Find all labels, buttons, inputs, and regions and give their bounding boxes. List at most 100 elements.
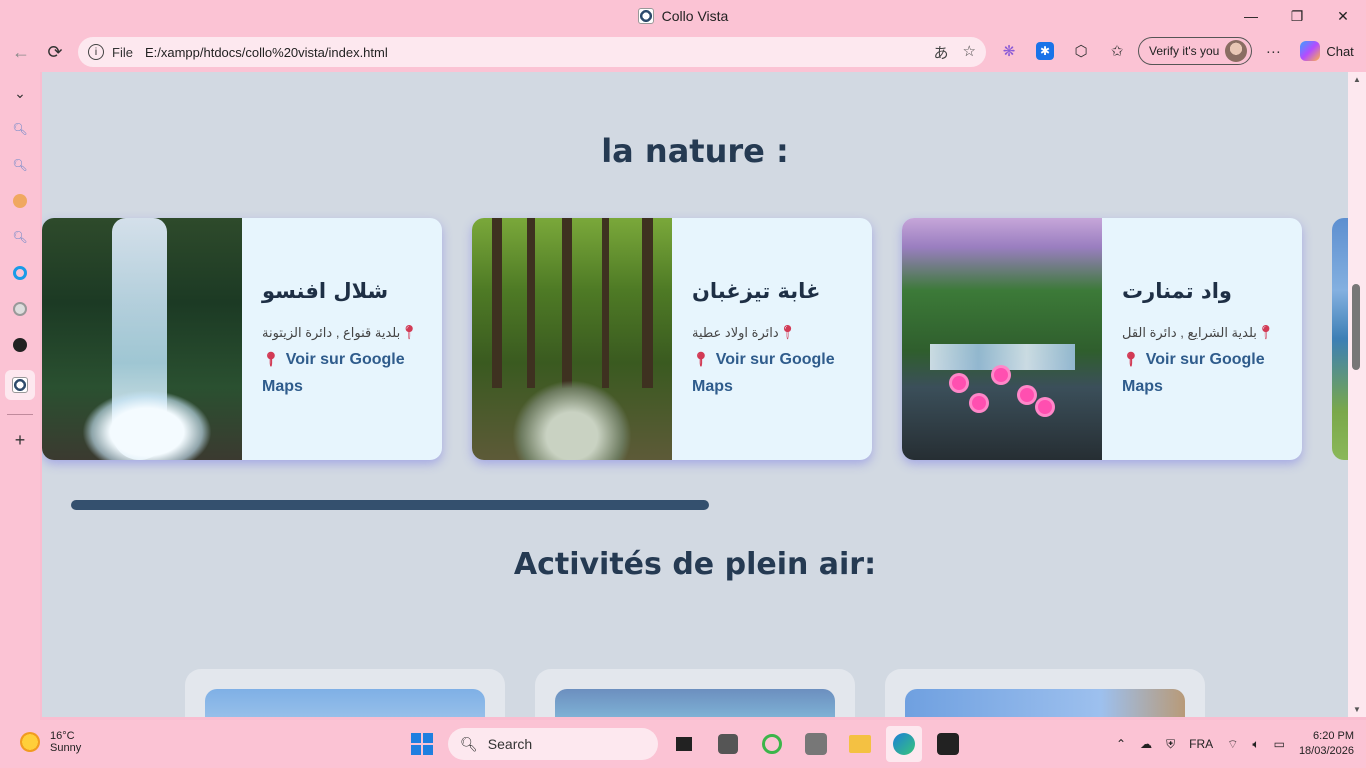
circle-app-icon[interactable] <box>9 262 31 284</box>
page-viewport: la nature : شلال افنسو 📍︎بلدية قنواع , د… <box>42 72 1348 717</box>
title-bar: Collo Vista — ❐ ✕ <box>0 0 1366 32</box>
refresh-button[interactable]: ⟳ <box>38 35 72 69</box>
activity-card[interactable] <box>535 669 855 717</box>
scroll-up-icon[interactable]: ▲ <box>1353 75 1361 84</box>
chevron-up-icon[interactable]: ⌃ <box>1116 737 1126 751</box>
chevron-down-icon[interactable]: ⌄ <box>9 82 31 104</box>
back-button[interactable]: ← <box>4 35 38 69</box>
clock-date: 18/03/2026 <box>1298 745 1354 757</box>
sidebar-divider <box>7 414 33 415</box>
github-app-icon[interactable] <box>930 726 966 762</box>
navigation-bar: ← ⟳ i File E:/xampp/htdocs/collo%20vista… <box>0 32 1366 72</box>
clock[interactable]: 6:20 PM 18/03/2026 <box>1299 729 1354 759</box>
widgets-app-icon[interactable] <box>710 726 746 762</box>
search-icon[interactable]: 🔍︎ <box>9 154 31 176</box>
brain-extension-icon[interactable]: ❋ <box>994 36 1024 66</box>
search-icon[interactable]: 🔍︎ <box>9 118 31 140</box>
google-maps-link[interactable]: 📍︎ Voir sur Google Maps <box>262 346 426 400</box>
gear-extension-icon[interactable]: ✱ <box>1030 36 1060 66</box>
battery-icon[interactable]: ▭ <box>1274 737 1285 751</box>
clock-time: 6:20 PM <box>1313 730 1354 742</box>
task-view-icon[interactable] <box>666 726 702 762</box>
card-address: بلدية الشرايع , دائرة القل <box>1122 324 1257 340</box>
map-pin-icon: 📍︎ <box>778 323 797 340</box>
search-icon[interactable]: 🔍︎ <box>9 226 31 248</box>
close-button[interactable]: ✕ <box>1320 0 1366 32</box>
nature-card-partial[interactable] <box>1332 218 1348 460</box>
more-options-button[interactable]: ··· <box>1258 36 1288 66</box>
green-circle-app-icon[interactable] <box>754 726 790 762</box>
weather-temp: 16°C <box>50 730 75 742</box>
app-icon[interactable] <box>9 190 31 212</box>
map-pin-icon: 📍︎ <box>400 323 418 340</box>
weather-desc: Sunny <box>50 742 82 754</box>
activity-photo <box>905 689 1185 717</box>
activity-photo <box>555 689 835 717</box>
wifi-icon[interactable]: ⌔ <box>1227 737 1238 752</box>
nature-card[interactable]: شلال افنسو 📍︎بلدية قنواع , دائرة الزيتون… <box>42 218 442 460</box>
plus-icon[interactable]: + <box>9 429 31 451</box>
river-photo <box>902 218 1102 460</box>
github-icon[interactable] <box>9 334 31 356</box>
map-pin-icon: 📍︎ <box>1122 350 1140 367</box>
favorites-list-icon[interactable]: ✩ <box>1102 36 1132 66</box>
card-address: دائرة اولاد عطية <box>692 324 779 340</box>
favorite-star-icon[interactable]: ☆ <box>963 42 976 63</box>
taskbar: 16°C Sunny 🔍︎ Search ⌃ ☁ ⛨ FRA ⌔ 🔈︎ ▭ 6:… <box>0 720 1366 768</box>
file-explorer-icon[interactable] <box>842 726 878 762</box>
card-title: شلال افنسو <box>262 278 389 303</box>
verify-profile-button[interactable]: Verify it's you <box>1138 37 1253 65</box>
avatar <box>1225 40 1248 62</box>
google-maps-link[interactable]: 📍︎ Voir sur Google Maps <box>692 346 856 400</box>
weather-widget[interactable]: 16°C Sunny <box>20 730 81 754</box>
activity-card[interactable] <box>185 669 505 717</box>
volume-icon[interactable]: 🔈︎ <box>1252 737 1259 752</box>
file-scheme-label: File <box>112 44 133 60</box>
carousel-scrollbar[interactable] <box>71 500 709 510</box>
card-title: واد تمنارت <box>1122 278 1232 303</box>
sun-icon <box>20 732 40 752</box>
extensions-puzzle-icon[interactable]: ⬡ <box>1066 36 1096 66</box>
site-favicon-icon <box>637 8 654 24</box>
chat-label: Chat <box>1326 43 1354 59</box>
search-icon: 🔍︎ <box>460 735 478 752</box>
google-maps-link[interactable]: 📍︎ Voir sur Google Maps <box>1122 346 1286 400</box>
nature-card[interactable]: غابة تيزغبان 📍︎دائرة اولاد عطية 📍︎ Voir s… <box>472 218 872 460</box>
browser-sidebar: ⌄ 🔍︎ 🔍︎ 🔍︎ + <box>0 72 40 720</box>
forest-photo <box>472 218 672 460</box>
activity-photo <box>205 689 485 717</box>
edge-browser-icon[interactable] <box>886 726 922 762</box>
taskbar-search[interactable]: 🔍︎ Search <box>448 728 658 760</box>
security-shield-icon[interactable]: ⛨ <box>1166 737 1175 752</box>
info-icon[interactable]: i <box>88 44 104 60</box>
address-bar[interactable]: i File E:/xampp/htdocs/collo%20vista/ind… <box>78 37 986 67</box>
nature-card[interactable]: واد تمنارت 📍︎بلدية الشرايع , دائرة القل … <box>902 218 1302 460</box>
taskbar-apps: 🔍︎ Search <box>404 726 966 762</box>
onedrive-cloud-icon[interactable]: ☁ <box>1140 737 1152 751</box>
system-tray: ⌃ ☁ ⛨ FRA ⌔ 🔈︎ ▭ 6:20 PM 18/03/2026 <box>1116 720 1366 768</box>
refresh-icon: ⟳ <box>47 41 63 62</box>
copilot-chat-button[interactable]: Chat <box>1300 41 1354 61</box>
gray-app-icon[interactable] <box>798 726 834 762</box>
activities-section-title: Activités de plein air: <box>513 547 877 582</box>
activity-card[interactable] <box>885 669 1205 717</box>
nature-section-title: la nature : <box>601 132 789 170</box>
copilot-icon <box>1300 41 1321 61</box>
site-tab-icon[interactable] <box>5 370 35 400</box>
card-title: غابة تيزغبان <box>692 278 821 303</box>
start-button[interactable] <box>404 726 440 762</box>
minimize-button[interactable]: — <box>1228 0 1274 32</box>
waterfall-photo <box>42 218 242 460</box>
page-scrollbar[interactable]: ▲ ▼ <box>1348 72 1366 717</box>
window-title-text: Collo Vista <box>661 8 729 24</box>
scrollbar-thumb[interactable] <box>1352 284 1360 370</box>
window-title: Collo Vista <box>637 8 729 24</box>
language-indicator[interactable]: FRA <box>1189 737 1213 751</box>
scroll-down-icon[interactable]: ▼ <box>1353 705 1361 714</box>
translate-icon[interactable]: あ <box>934 42 949 63</box>
restore-button[interactable]: ❐ <box>1274 0 1320 32</box>
openai-icon[interactable] <box>9 298 31 320</box>
verify-label: Verify it's you <box>1149 44 1220 58</box>
browser-toolbar: ❋ ✱ ⬡ ✩ Verify it's you ··· Chat <box>994 36 1354 66</box>
url-text[interactable]: E:/xampp/htdocs/collo%20vista/index.html <box>145 45 388 60</box>
